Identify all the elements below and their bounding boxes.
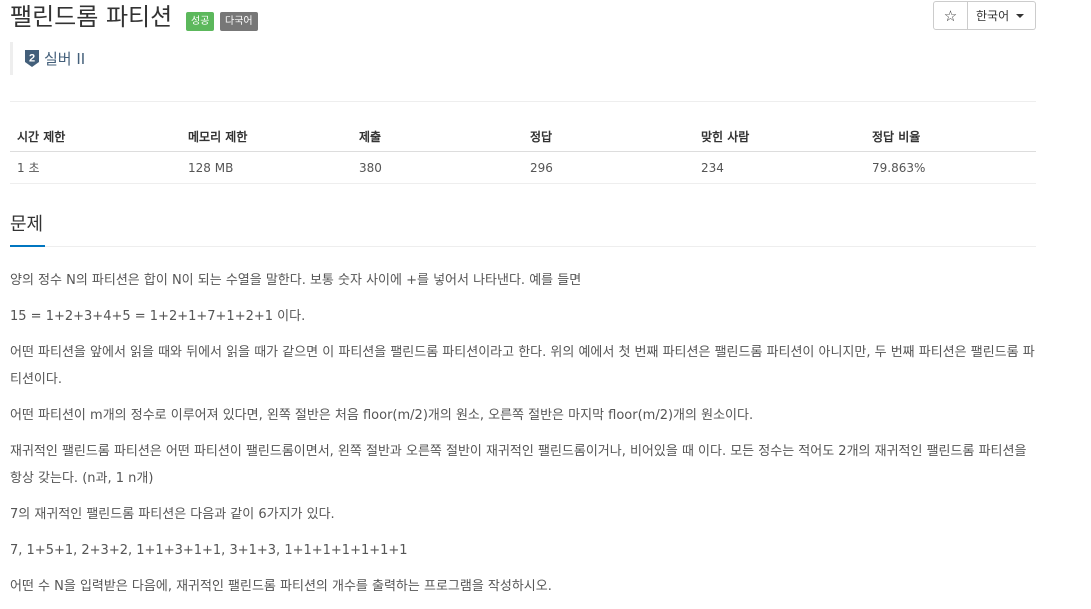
problem-title: 팰린드롬 파티션 [10, 3, 173, 31]
header-memory-limit: 메모리 제한 [181, 122, 352, 152]
header-button-group: ☆ 한국어 [933, 1, 1036, 30]
header-submissions: 제출 [352, 122, 523, 152]
star-button[interactable]: ☆ [933, 1, 968, 30]
tier-badge-icon: 2 [25, 50, 39, 67]
problem-paragraph: 15 = 1+2+3+4+5 = 1+2+1+7+1+2+1 이다. [10, 309, 306, 324]
header-accept-ratio: 정답 비율 [865, 122, 1036, 152]
language-label: 한국어 [976, 9, 1010, 23]
accept-ratio-value: 79.863% [865, 151, 1036, 184]
header-time-limit: 시간 제한 [10, 122, 181, 152]
multilang-badge: 다국어 [220, 12, 258, 31]
problem-paragraph: 어떤 파티션을 앞에서 읽을 때와 뒤에서 읽을 때가 같으면 이 파티션을 팰… [10, 345, 1035, 387]
problem-paragraph: 7의 재귀적인 팰린드롬 파티션은 다음과 같이 6가지가 있다. [10, 507, 335, 522]
header-accepted: 정답 [523, 122, 694, 152]
problem-section-title: 문제 [10, 212, 46, 247]
problem-paragraph: 어떤 파티션이 m개의 정수로 이루어져 있다면, 왼쪽 절반은 처음 floo… [10, 408, 754, 423]
info-table-row: 1 초 128 MB 380 296 234 79.863% [10, 151, 1036, 184]
problem-section-header: 문제 [10, 212, 1036, 247]
header-divider [10, 101, 1036, 102]
page-header: 팰린드롬 파티션 성공 다국어 ☆ 한국어 [10, 0, 1036, 36]
tier-label: 실버 II [44, 50, 86, 68]
language-dropdown[interactable]: 한국어 [968, 1, 1036, 30]
problem-paragraph: 어떤 수 N을 입력받은 다음에, 재귀적인 팰린드롬 파티션의 개수를 출력하… [10, 579, 552, 594]
caret-down-icon [1016, 13, 1025, 18]
memory-limit-value: 128 MB [181, 151, 352, 184]
accepted-value: 296 [523, 151, 694, 184]
problem-paragraph: 양의 정수 N의 파티션은 합이 N이 되는 수열을 말한다. 보통 숫자 사이… [10, 273, 582, 288]
tier-block: 2 실버 II [10, 42, 85, 75]
solved-users-value: 234 [694, 151, 865, 184]
problem-description: 양의 정수 N의 파티션은 합이 N이 되는 수열을 말한다. 보통 숫자 사이… [10, 267, 1036, 609]
problem-info-table: 시간 제한 메모리 제한 제출 정답 맞힌 사람 정답 비율 1 초 128 M… [10, 122, 1036, 184]
star-icon: ☆ [943, 6, 958, 25]
info-table-header-row: 시간 제한 메모리 제한 제출 정답 맞힌 사람 정답 비율 [10, 122, 1036, 152]
time-limit-value: 1 초 [10, 151, 181, 184]
problem-paragraph: 7, 1+5+1, 2+3+2, 1+1+3+1+1, 3+1+3, 1+1+1… [10, 543, 408, 558]
success-badge: 성공 [186, 12, 215, 31]
submissions-value: 380 [352, 151, 523, 184]
tier-badge-number: 2 [29, 53, 35, 65]
header-solved-users: 맞힌 사람 [694, 122, 865, 152]
problem-paragraph: 재귀적인 팰린드롬 파티션은 어떤 파티션이 팰린드롬이면서, 왼쪽 절반과 오… [10, 444, 1027, 486]
